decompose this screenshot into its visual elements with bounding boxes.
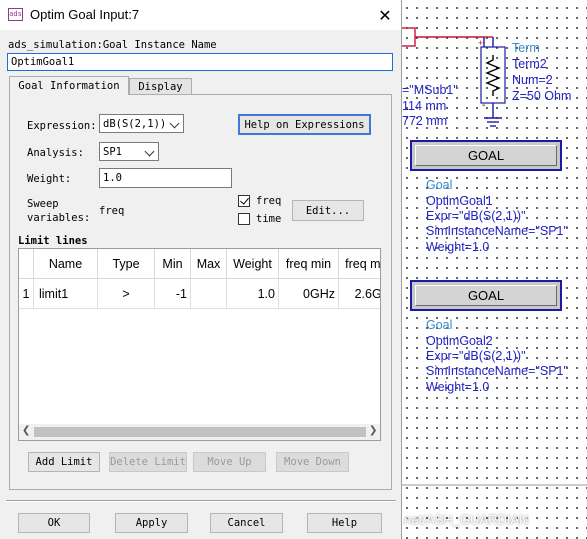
add-limit-button[interactable]: Add Limit xyxy=(28,452,100,472)
analysis-select[interactable]: SP1 xyxy=(99,142,159,161)
weight-input[interactable] xyxy=(99,168,232,188)
goal-sim-instance: SimInstanceName="SP1" xyxy=(426,364,568,378)
expression-value: dB(S(2,1)) xyxy=(103,117,167,130)
goal-name: OptimGoal1 xyxy=(426,194,493,208)
cell-max[interactable] xyxy=(191,279,227,309)
freq-checkbox[interactable] xyxy=(238,195,250,207)
move-up-button[interactable]: Move Up xyxy=(193,452,266,472)
chevron-down-icon xyxy=(169,118,180,129)
apply-button[interactable]: Apply xyxy=(115,513,188,533)
goal-name: OptimGoal2 xyxy=(426,334,493,348)
instance-name-label: ads_simulation:Goal Instance Name xyxy=(8,39,217,51)
scroll-left-icon[interactable]: ❮ xyxy=(22,425,30,436)
goal-type-label: Goal xyxy=(426,178,453,192)
resistor-symbol xyxy=(485,55,501,96)
goal-sim-instance: SimInstanceName="SP1" xyxy=(426,224,568,238)
goal-button-label: GOAL xyxy=(415,285,557,306)
column-header[interactable]: Type xyxy=(98,249,155,279)
column-header[interactable]: Min xyxy=(155,249,191,279)
analysis-value: SP1 xyxy=(103,145,122,158)
cell-freq-max[interactable]: 2.6GHz xyxy=(339,279,380,309)
expression-select[interactable]: dB(S(2,1)) xyxy=(99,114,184,133)
cancel-button[interactable]: Cancel xyxy=(210,513,283,533)
sweep-label: Sweep xyxy=(27,198,59,210)
dimension-text: 772 mm xyxy=(402,114,448,128)
column-header[interactable]: freq max xyxy=(339,249,380,279)
cell-name[interactable]: limit1 xyxy=(34,279,98,309)
scrollbar-thumb[interactable] xyxy=(34,427,366,437)
analysis-label: Analysis: xyxy=(27,147,84,159)
close-icon: ✕ xyxy=(378,5,392,25)
column-header[interactable]: Name xyxy=(34,249,98,279)
sweep-label-2: variables: xyxy=(27,212,91,224)
weight-label: Weight: xyxy=(27,173,72,185)
time-checkbox[interactable] xyxy=(238,213,250,225)
plus-sign: + xyxy=(478,38,483,48)
chevron-down-icon xyxy=(144,146,155,157)
freq-checkbox-label: freq xyxy=(256,195,282,207)
help-on-expressions-button[interactable]: Help on Expressions xyxy=(238,114,371,135)
goal-component-1[interactable]: GOAL xyxy=(410,140,562,171)
cell-type[interactable]: > xyxy=(98,279,155,309)
separator xyxy=(6,500,396,502)
row-header-corner xyxy=(19,249,34,279)
cell-weight[interactable]: 1.0 xyxy=(227,279,279,309)
msub-text: ="MSub1" xyxy=(402,83,458,97)
time-checkbox-label: time xyxy=(256,213,282,225)
goal-expr: Expr="dB(S(2,1))" xyxy=(426,349,526,363)
window-title: Optim Goal Input:7 xyxy=(30,7,140,22)
ads-app-icon: ads xyxy=(8,8,23,21)
column-header[interactable]: freq min xyxy=(279,249,339,279)
edit-button[interactable]: Edit... xyxy=(292,200,364,221)
cell-min[interactable]: -1 xyxy=(155,279,191,309)
dimension-text: 114 mm xyxy=(402,99,447,113)
term-impedance: Z=50 Ohm xyxy=(512,89,572,103)
goal-weight: Weight=1.0 xyxy=(426,240,490,254)
instance-name-input[interactable] xyxy=(7,53,393,71)
sweep-value: freq xyxy=(99,205,125,217)
goal-button-label: GOAL xyxy=(415,145,557,166)
column-header[interactable]: Weight xyxy=(227,249,279,279)
goal-type-label: Goal xyxy=(426,318,453,332)
limit-lines-table: Name Type Min Max Weight freq min freq m… xyxy=(18,248,381,441)
tab-display[interactable]: Display xyxy=(129,78,192,94)
term-label: Term xyxy=(512,41,540,55)
minus-sign: - xyxy=(482,100,485,111)
ok-button[interactable]: OK xyxy=(18,513,90,533)
move-down-button[interactable]: Move Down xyxy=(276,452,349,472)
goal-expr: Expr="dB(S(2,1))" xyxy=(426,209,526,223)
delete-limit-button[interactable]: Delete Limit xyxy=(109,452,187,472)
horizontal-scrollbar[interactable]: ❮ ❯ xyxy=(19,424,380,440)
optim-goal-dialog: ads Optim Goal Input:7 ✕ ads_simulation:… xyxy=(0,0,402,539)
term-name: Term2 xyxy=(512,57,547,71)
help-button[interactable]: Help xyxy=(307,513,382,533)
column-header[interactable]: Max xyxy=(191,249,227,279)
cell-freq-min[interactable]: 0GHz xyxy=(279,279,339,309)
title-bar[interactable]: ads Optim Goal Input:7 ✕ xyxy=(0,0,401,30)
close-button[interactable]: ✕ xyxy=(370,1,400,29)
goal-weight: Weight=1.0 xyxy=(426,380,490,394)
scroll-right-icon[interactable]: ❯ xyxy=(369,425,377,436)
row-number[interactable]: 1 xyxy=(19,279,34,309)
term-num: Num=2 xyxy=(512,73,553,87)
expression-label: Expression: xyxy=(27,120,97,132)
tab-goal-information[interactable]: Goal Information xyxy=(9,76,129,95)
limit-lines-title: Limit lines xyxy=(18,235,88,247)
goal-component-2[interactable]: GOAL xyxy=(410,280,562,311)
